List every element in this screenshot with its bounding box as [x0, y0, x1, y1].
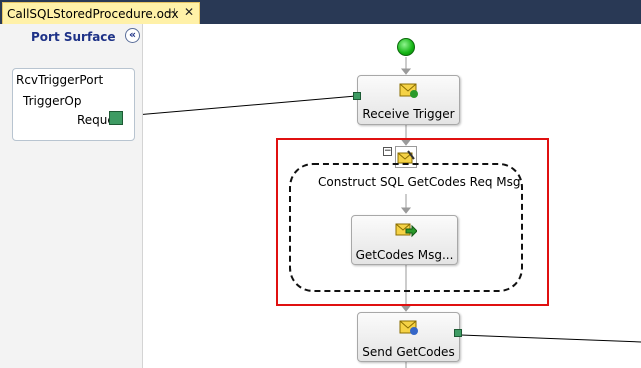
send-getcodes-shape[interactable]: Send GetCodes [357, 312, 460, 362]
port-shape[interactable]: RcvTriggerPort TriggerOp Request [12, 68, 135, 141]
receive-trigger-shape[interactable]: Receive Trigger [357, 75, 460, 125]
port-surface-pane: Port Surface « RcvTriggerPort TriggerOp … [0, 24, 143, 368]
send-getcodes-label: Send GetCodes [362, 345, 455, 359]
collapse-pane-button[interactable]: « [125, 28, 140, 43]
start-shape[interactable] [397, 38, 415, 56]
send-port-connector[interactable] [454, 329, 462, 337]
message-assignment-icon [395, 221, 418, 242]
tab-title: CallSQLStoredProcedure.odx [7, 6, 179, 21]
receive-envelope-icon [399, 81, 419, 102]
port-message-handle[interactable] [109, 111, 123, 125]
close-icon[interactable]: ✕ [184, 5, 194, 19]
receive-trigger-label: Receive Trigger [362, 107, 455, 121]
message-assignment-label: GetCodes Msg... [355, 248, 454, 262]
port-surface-header: Port Surface « [0, 24, 142, 50]
document-tab[interactable]: CallSQLStoredProcedure.odx ⊣ ✕ [2, 2, 200, 24]
receive-port-connector[interactable] [353, 92, 361, 100]
port-surface-title: Port Surface [31, 30, 116, 44]
pin-icon[interactable]: ⊣ [166, 6, 176, 19]
orchestration-canvas[interactable]: Receive Trigger − Construct SQL GetCodes… [143, 24, 641, 368]
port-operation: TriggerOp [23, 94, 82, 108]
send-envelope-icon [399, 318, 419, 339]
document-tab-strip: CallSQLStoredProcedure.odx ⊣ ✕ [0, 0, 641, 24]
port-name: RcvTriggerPort [16, 73, 104, 87]
scope-collapse-button[interactable]: − [383, 147, 392, 156]
message-assignment-shape[interactable]: GetCodes Msg... [351, 215, 458, 265]
scope-title: Construct SQL GetCodes Req Msg [318, 175, 521, 189]
